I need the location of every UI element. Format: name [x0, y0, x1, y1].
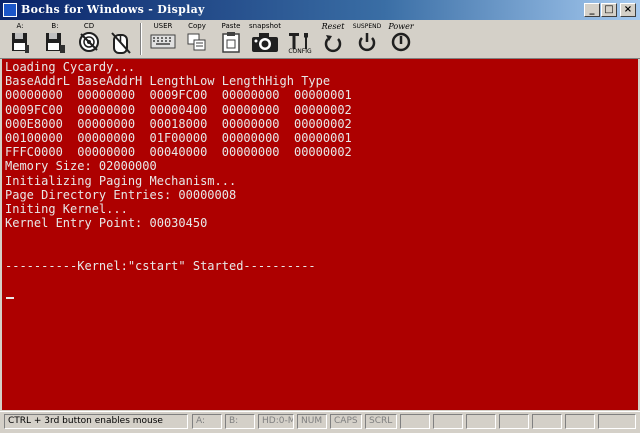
reset-icon [324, 35, 342, 53]
toolbar-separator [140, 23, 142, 55]
copy-button[interactable]: Copy [184, 22, 210, 56]
console-output: Loading Cycardy... BaseAddrL BaseAddrH Le… [5, 60, 352, 273]
minimize-button[interactable]: _ [584, 3, 600, 17]
suspend-button[interactable]: SUSPEND [352, 22, 382, 56]
copy-label: Copy [188, 22, 206, 30]
emulator-display[interactable]: Loading Cycardy... BaseAddrL BaseAddrH Le… [2, 59, 638, 410]
status-panel-empty [433, 414, 463, 429]
floppy-b-status: B: [225, 414, 255, 429]
floppy-a-label: A: [16, 22, 24, 30]
console-line: ----------Kernel:"cstart" Started-------… [5, 258, 316, 273]
text-cursor [6, 297, 14, 299]
user-label: USER [153, 22, 173, 30]
console-line: Kernel Entry Point: 00030450 [5, 216, 208, 231]
console-line: 000E8000 00000000 00018000 00000000 0000… [5, 116, 352, 131]
floppy-b-label: B: [51, 22, 59, 30]
mouse-icon [111, 32, 131, 54]
console-line: 00100000 00000000 01F00000 00000000 0000… [5, 131, 352, 146]
paste-button[interactable]: Paste [218, 22, 244, 56]
config-button[interactable]: CONFIG [286, 22, 314, 56]
cdrom-icon [79, 32, 99, 52]
console-line: Initializing Paging Mechanism... [5, 173, 237, 188]
status-panel-empty [466, 414, 496, 429]
cdrom-label: CD [83, 22, 95, 30]
status-panel-empty [565, 414, 595, 429]
status-panel-empty [400, 414, 430, 429]
console-line: 00000000 00000000 0009FC00 00000000 0000… [5, 88, 352, 103]
status-panel-empty [598, 414, 636, 429]
console-line: Loading Cycardy... [5, 60, 136, 74]
status-panel-empty [532, 414, 562, 429]
console-line: BaseAddrL BaseAddrH LengthLow LengthHigh… [5, 74, 331, 89]
reset-label: Reset [321, 22, 345, 31]
snapshot-button[interactable]: snapshot [248, 22, 282, 56]
console-line: FFFC0000 00000000 00040000 00000000 0000… [5, 145, 352, 160]
mouse-toggle-button[interactable] [108, 22, 134, 56]
hd-status: HD:0-M [258, 414, 294, 429]
power-icon [391, 32, 411, 52]
caps-lock-status: CAPS [330, 414, 362, 429]
console-line: Page Directory Entries: 00000008 [5, 187, 237, 202]
window-title: Bochs for Windows - Display [21, 3, 205, 16]
console-line: 0009FC00 00000000 00000400 00000000 0000… [5, 102, 352, 117]
status-bar: CTRL + 3rd button enables mouse A: B: HD… [0, 411, 640, 433]
console-line: Memory Size: 02000000 [5, 159, 157, 174]
paste-label: Paste [221, 22, 241, 30]
camera-icon [252, 33, 278, 52]
user-button[interactable]: USER [148, 22, 178, 56]
num-lock-status: NUM [297, 414, 327, 429]
suspend-label: SUSPEND [352, 23, 382, 30]
config-label: CONFIG [288, 48, 312, 55]
floppy-disk-icon [12, 33, 29, 53]
status-panel-empty [499, 414, 529, 429]
reset-button[interactable]: Reset [318, 22, 348, 56]
floppy-disk-icon [46, 33, 65, 53]
bochs-window: Bochs for Windows - Display _ □ × A: B: [0, 0, 640, 433]
power-label: Power [388, 22, 414, 31]
copy-icon [187, 33, 206, 51]
maximize-button[interactable]: □ [601, 3, 617, 17]
mouse-hint-panel: CTRL + 3rd button enables mouse [4, 414, 188, 429]
close-button[interactable]: × [620, 3, 636, 17]
floppy-a-status: A: [192, 414, 222, 429]
power-button[interactable]: Power [386, 22, 416, 56]
snapshot-label: snapshot [249, 22, 281, 30]
console-line: Initing Kernel... [5, 202, 128, 217]
suspend-icon [358, 33, 376, 52]
app-icon [3, 3, 17, 17]
scroll-lock-status: SCRL [365, 414, 397, 429]
floppy-b-button[interactable]: B: [42, 22, 68, 56]
cdrom-button[interactable]: CD [76, 22, 102, 56]
floppy-a-button[interactable]: A: [8, 22, 32, 56]
keyboard-icon [150, 34, 176, 49]
toolbar: A: B: CD USER Copy Paste snapshot CONFIG… [0, 20, 640, 59]
title-bar[interactable]: Bochs for Windows - Display _ □ × [0, 0, 640, 20]
paste-icon [222, 32, 240, 53]
